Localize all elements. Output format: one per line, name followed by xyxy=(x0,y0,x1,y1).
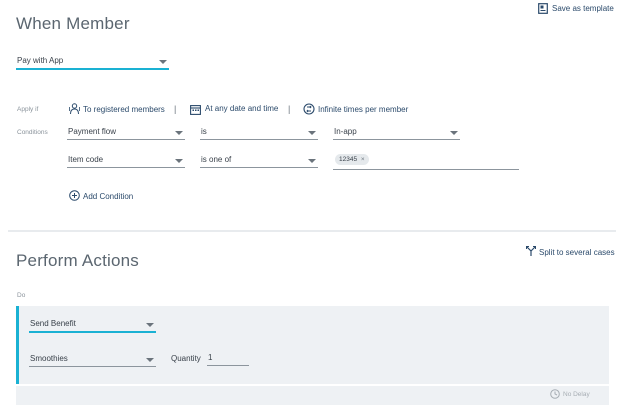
chevron-down-icon xyxy=(146,358,154,362)
conditions-label: Conditions xyxy=(17,129,48,136)
action-type-select[interactable]: Send Benefit xyxy=(29,318,156,333)
condition-field-value: Payment flow xyxy=(68,127,117,136)
template-icon xyxy=(538,3,548,14)
split-cases-button[interactable]: Split to several cases xyxy=(526,246,616,259)
chevron-down-icon xyxy=(450,131,458,135)
condition-value-select[interactable]: In-app xyxy=(333,126,460,140)
action-accent-bar xyxy=(16,306,19,384)
separator: | xyxy=(174,104,177,114)
add-condition-label: Add Condition xyxy=(83,192,134,201)
save-as-template-button[interactable]: Save as template xyxy=(538,3,618,15)
benefit-value: Smoothies xyxy=(30,354,68,363)
registered-members-link[interactable]: To registered members xyxy=(69,103,169,116)
plus-circle-icon xyxy=(69,190,80,201)
condition-operator-value: is one of xyxy=(201,155,232,164)
condition-field-select[interactable]: Payment flow xyxy=(67,126,185,140)
repeat-icon xyxy=(303,103,315,115)
times-per-member-label: Infinite times per member xyxy=(318,105,409,114)
trigger-select-value: Pay with App xyxy=(17,56,64,65)
chevron-down-icon xyxy=(308,159,316,163)
date-time-label: At any date and time xyxy=(205,104,279,113)
delay-bar xyxy=(16,386,609,405)
members-icon xyxy=(69,103,80,115)
actions-title: Perform Actions xyxy=(16,251,139,270)
quantity-label: Quantity xyxy=(171,354,201,363)
page-title: When Member xyxy=(16,14,130,33)
clock-icon xyxy=(550,389,560,399)
chevron-down-icon xyxy=(175,159,183,163)
chevron-down-icon xyxy=(146,323,154,327)
separator: | xyxy=(288,104,291,114)
benefit-select[interactable]: Smoothies xyxy=(29,353,156,367)
tag-label: 12345 xyxy=(339,156,358,163)
registered-members-label: To registered members xyxy=(83,105,165,114)
condition-operator-select[interactable]: is one of xyxy=(200,154,318,168)
quantity-input[interactable]: 1 xyxy=(207,353,249,366)
chevron-down-icon xyxy=(308,131,316,135)
chevron-down-icon xyxy=(159,60,167,64)
condition-tags-input[interactable]: 12345 × xyxy=(333,152,519,170)
section-divider xyxy=(8,230,616,232)
condition-operator-select[interactable]: is xyxy=(200,126,318,140)
do-label: Do xyxy=(17,292,26,299)
apply-if-label: Apply if xyxy=(17,106,39,113)
chevron-down-icon xyxy=(175,131,183,135)
save-as-template-label: Save as template xyxy=(552,4,614,13)
calendar-icon xyxy=(190,105,201,115)
no-delay-label: No Delay xyxy=(563,391,590,398)
tag-chip: 12345 × xyxy=(335,154,369,165)
condition-operator-value: is xyxy=(201,127,207,136)
condition-value-value: In-app xyxy=(334,127,357,136)
remove-tag-icon[interactable]: × xyxy=(361,156,365,163)
condition-field-value: Item code xyxy=(68,155,104,164)
condition-field-select[interactable]: Item code xyxy=(67,154,185,168)
no-delay-button[interactable]: No Delay xyxy=(550,389,605,401)
add-condition-button[interactable]: Add Condition xyxy=(69,190,139,202)
date-time-link[interactable]: At any date and time xyxy=(190,103,280,116)
split-icon xyxy=(526,246,536,256)
action-type-value: Send Benefit xyxy=(30,319,76,328)
times-per-member-link[interactable]: Infinite times per member xyxy=(303,103,413,116)
trigger-select[interactable]: Pay with App xyxy=(16,55,169,70)
quantity-value: 1 xyxy=(208,353,213,362)
split-cases-label: Split to several cases xyxy=(539,248,615,257)
